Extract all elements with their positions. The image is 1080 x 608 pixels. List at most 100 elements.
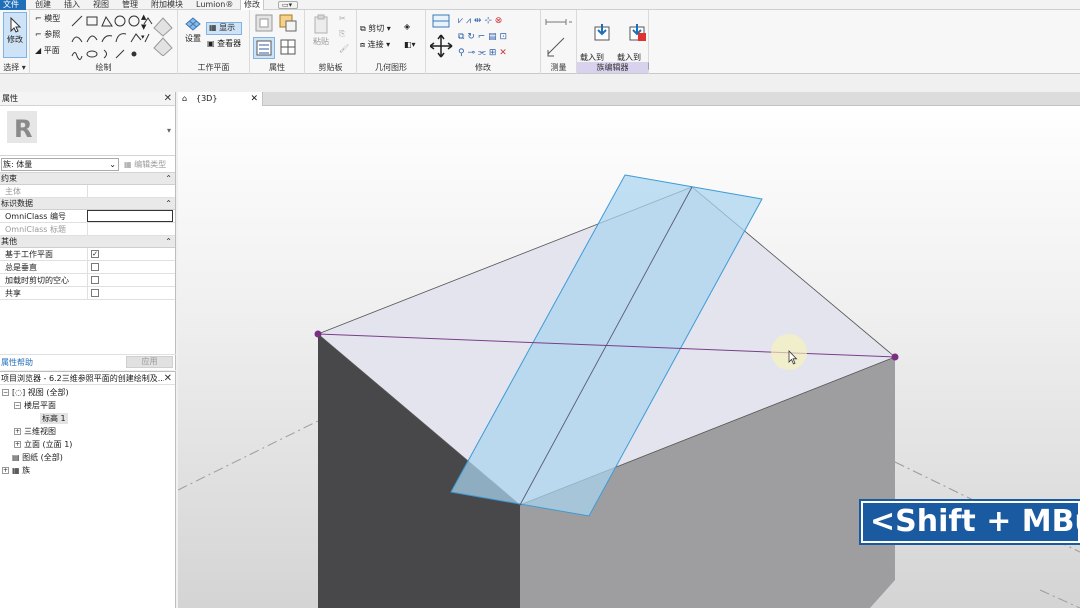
family-dropdown-value: 族: 体量 bbox=[3, 160, 33, 169]
properties-title: 属性 bbox=[2, 94, 18, 103]
modify-tools-grid[interactable]: ⩗ ⩘ ⇹ ⊹ ⊗ ⧉ ↻ ⌐ ▤ ⊡ ⚲ ⊸ ⫘ ⊞ ✕ bbox=[458, 13, 507, 61]
family-dropdown[interactable]: 族: 体量 ⌄ bbox=[1, 158, 119, 171]
omniclass-title-row: OmniClass 标题 bbox=[0, 223, 175, 236]
draw-on-face-icon[interactable] bbox=[152, 14, 174, 56]
type-selector[interactable]: R ▾ bbox=[0, 106, 175, 156]
type-properties-icon[interactable] bbox=[278, 37, 300, 57]
project-browser: 项目浏览器 - 6.2三维参照平面的创建绘制及... ✕ − [◌] 视图 (全部… bbox=[0, 371, 176, 608]
host-row: 主体 bbox=[0, 185, 175, 198]
collapse-toggle-icon: − bbox=[14, 402, 21, 409]
cursor-arrow-icon bbox=[10, 16, 22, 33]
cut-icon[interactable]: ✂ bbox=[339, 14, 346, 24]
tree-node-3d-views[interactable]: + 三维视图 bbox=[14, 426, 56, 437]
paste-label: 粘贴 bbox=[313, 37, 329, 46]
other-section[interactable]: 其他 ⌃ bbox=[0, 236, 175, 248]
tree-node-views[interactable]: − [◌] 视图 (全部) bbox=[2, 387, 69, 398]
array-icon: ▤ bbox=[488, 32, 497, 42]
load-into-project-button[interactable]: 载入到 项目 bbox=[577, 13, 610, 89]
split-icon: ⊹ bbox=[484, 16, 492, 26]
show-workplane-button[interactable]: ▦ 显示 bbox=[206, 22, 242, 35]
properties-button[interactable] bbox=[253, 37, 275, 59]
unpin-icon: ⊗ bbox=[494, 16, 503, 26]
tree-node-families[interactable]: + ▦ 族 bbox=[2, 465, 30, 476]
identity-section[interactable]: 标识数据 ⌃ bbox=[0, 198, 175, 210]
shared-row: 共享 bbox=[0, 287, 175, 300]
edit-type-icon: ▦ bbox=[124, 160, 132, 169]
floor-plans-label: 楼层平面 bbox=[24, 401, 56, 410]
model-label: 模型 bbox=[44, 14, 61, 23]
family-category-icon[interactable] bbox=[254, 13, 276, 35]
geometry-panel: ⧉ 剪切 ▾ ⧈ 连接 ▾ ◈ ◧▾ 几何图形 bbox=[357, 10, 426, 74]
sheets-label: 图纸 (全部) bbox=[22, 453, 63, 462]
scale-icon: ⊡ bbox=[499, 32, 508, 42]
paste-button[interactable]: 粘贴 bbox=[310, 13, 332, 46]
clipboard-panel: 粘贴 ✂ ⎘ 🖌 剪贴板 bbox=[305, 10, 357, 74]
tab-manage[interactable]: 管理 bbox=[119, 0, 141, 10]
omniclass-number-input[interactable] bbox=[87, 210, 173, 222]
reference-line-tool[interactable]: ⌐ 参照 bbox=[35, 30, 60, 40]
modify-button[interactable]: 修改 bbox=[3, 12, 27, 58]
views-label: 视图 (全部) bbox=[27, 388, 69, 397]
modify-panel: ⩗ ⩘ ⇹ ⊹ ⊗ ⧉ ↻ ⌐ ▤ ⊡ ⚲ ⊸ ⫘ ⊞ ✕ 修改 bbox=[426, 10, 541, 74]
set-workplane-button[interactable]: 设置 bbox=[181, 14, 205, 43]
align-move-icon[interactable] bbox=[430, 13, 454, 59]
shared-checkbox[interactable] bbox=[91, 289, 99, 297]
mirror-draw-icon: ⇹ bbox=[473, 16, 482, 26]
expand-toggle-icon: + bbox=[14, 441, 21, 448]
tree-node-elevations[interactable]: + 立面 (立面 1) bbox=[14, 439, 72, 450]
always-vertical-label: 总是垂直 bbox=[5, 263, 37, 272]
offset-icon: ⩗ bbox=[458, 16, 464, 26]
load-and-close-button[interactable]: 载入到 项目并关闭 bbox=[609, 13, 649, 89]
endpoint-right[interactable] bbox=[891, 353, 899, 361]
draw-scroll[interactable]: ▲ ▼ ▾ bbox=[141, 12, 146, 42]
reference-plane-tool[interactable]: ◢ 平面 bbox=[35, 46, 60, 56]
always-vertical-checkbox[interactable] bbox=[91, 263, 99, 271]
viewer-button[interactable]: ▣ 查看器 bbox=[207, 39, 241, 49]
tab-addins[interactable]: 附加模块 bbox=[148, 0, 186, 10]
tab-file[interactable]: 文件 bbox=[0, 0, 26, 10]
join-geometry-button[interactable]: ⧈ 连接 ▾ bbox=[360, 40, 390, 50]
properties-panel-label: 属性 bbox=[269, 63, 285, 72]
close-icon[interactable]: ✕ bbox=[163, 372, 172, 384]
measure-icon[interactable] bbox=[544, 14, 574, 58]
split-face-icon[interactable]: ◈ bbox=[404, 22, 410, 32]
tree-node-sheets[interactable]: ▤ 图纸 (全部) bbox=[12, 452, 63, 463]
paint-icon[interactable]: ◧▾ bbox=[404, 40, 416, 50]
tab-view[interactable]: 视图 bbox=[90, 0, 112, 10]
tree-node-level1[interactable]: 标高 1 bbox=[40, 413, 68, 424]
tree-node-floor-plans[interactable]: − 楼层平面 bbox=[14, 400, 56, 411]
work-plane-based-checkbox[interactable]: ✓ bbox=[91, 250, 99, 258]
cut-geometry-button[interactable]: ⧉ 剪切 ▾ bbox=[360, 24, 391, 34]
views-icon: [◌] bbox=[12, 388, 26, 397]
family-editor-panel: 载入到 项目 载入到 项目并关闭 族编辑器 bbox=[577, 10, 649, 74]
chevron-down-icon: ⌄ bbox=[109, 160, 116, 169]
apply-button[interactable]: 应用 bbox=[126, 356, 173, 368]
reference-line-icon: ⌐ bbox=[35, 30, 42, 39]
view-tab-3d[interactable]: ⌂ {3D} ✕ bbox=[178, 92, 263, 106]
plane-icon: ◢ bbox=[35, 46, 42, 55]
close-icon[interactable]: ✕ bbox=[164, 92, 172, 106]
set-label: 设置 bbox=[185, 34, 201, 43]
3d-views-label: 三维视图 bbox=[24, 427, 56, 436]
constraints-section[interactable]: 约束 ⌃ bbox=[0, 173, 175, 185]
reference-line-dashed bbox=[1039, 589, 1080, 608]
tab-insert[interactable]: 插入 bbox=[61, 0, 83, 10]
context-toggle-button[interactable]: ▭▾ bbox=[278, 1, 298, 9]
select-panel-label[interactable]: 选择 ▾ bbox=[0, 62, 29, 73]
match-properties-icon[interactable]: 🖌 bbox=[339, 44, 349, 54]
endpoint-left[interactable] bbox=[314, 330, 322, 338]
edit-type-button[interactable]: ▦ 编辑类型 bbox=[124, 158, 166, 171]
tab-lumion[interactable]: Lumion® bbox=[193, 0, 236, 10]
properties-help-link[interactable]: 属性帮助 bbox=[1, 357, 33, 368]
copy-icon[interactable]: ⎘ bbox=[339, 29, 345, 39]
tab-create[interactable]: 创建 bbox=[32, 0, 54, 10]
join-label: 连接 bbox=[367, 40, 384, 49]
cut-voids-checkbox[interactable] bbox=[91, 276, 99, 284]
properties-palette: 属性 ✕ R ▾ 族: 体量 ⌄ ▦ 编辑类型 约束 ⌃ 主体 标识数据 ⌃ Omn… bbox=[0, 92, 176, 370]
close-icon[interactable]: ✕ bbox=[250, 92, 258, 106]
family-types-icon[interactable] bbox=[278, 13, 300, 33]
families-icon: ▦ bbox=[12, 466, 20, 475]
model-line-tool[interactable]: ⌐ 模型 bbox=[35, 14, 60, 24]
select-panel: 修改 选择 ▾ bbox=[0, 10, 30, 74]
tab-modify[interactable]: 修改 bbox=[240, 0, 264, 10]
